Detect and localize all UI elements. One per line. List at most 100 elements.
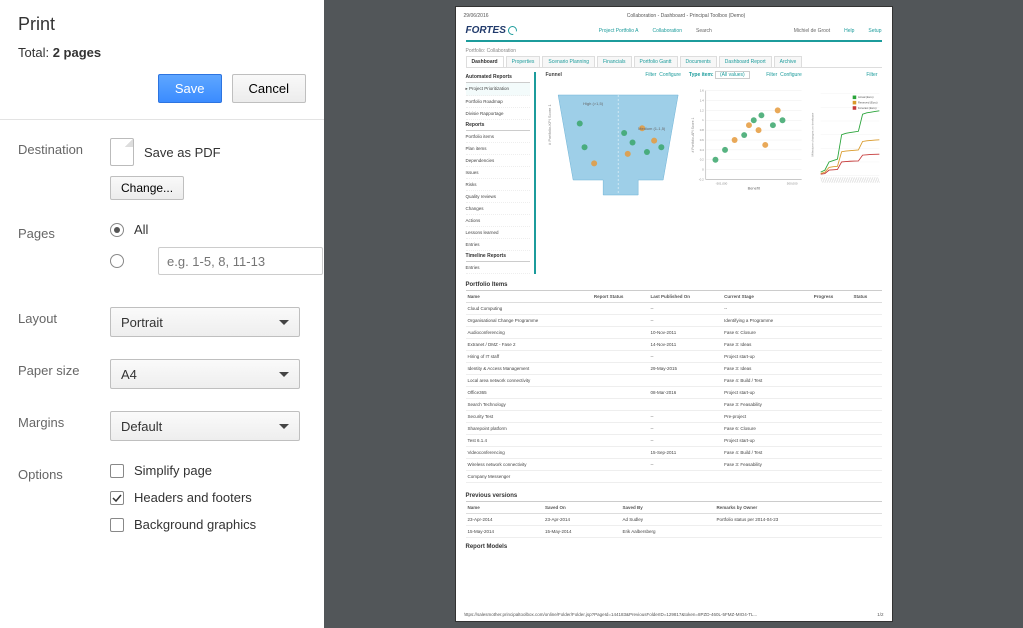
tab-documents: Documents [680, 56, 717, 67]
top-nav: Project Portfolio A Collaboration Search [599, 28, 712, 34]
table-row: Identity & Access Management29-May-2015F… [466, 363, 882, 375]
pages-range-radio[interactable] [110, 247, 323, 275]
col-header: Current Stage [722, 291, 812, 303]
pages-all-label: All [134, 222, 148, 237]
col-header: Remarks by Owner [714, 502, 881, 514]
pdf-icon [110, 138, 134, 166]
tab-scenario-planning: Scenario Planning [542, 56, 595, 67]
preview-date: 29/06/2016 [464, 13, 489, 19]
table-row: Extranet / DMZ - Fase 214-Nov-2011Fase 3… [466, 339, 882, 351]
svg-text:Milestone changes on timebase: Milestone changes on timebase [811, 113, 815, 157]
leftnav-item: Risks [466, 179, 530, 191]
preview-pane[interactable]: 29/06/2016 Collaboration - Dashboard - P… [324, 0, 1023, 628]
pages-label: Pages [18, 222, 110, 241]
footer-url: https://salesmother.principaltoolbox.com… [464, 612, 758, 617]
tab-dashboard-report: Dashboard Report [719, 56, 772, 67]
page-range-input[interactable] [158, 247, 323, 275]
col-header: Status [851, 291, 881, 303]
bg-checkbox[interactable]: Background graphics [110, 517, 306, 532]
nav-collaboration: Collaboration [653, 28, 682, 34]
leftnav-item: Actions [466, 215, 530, 227]
chevron-down-icon [279, 372, 289, 377]
nav-search: Search [696, 28, 712, 34]
typeitem-value: (All values) [715, 71, 750, 79]
layout-select[interactable]: Portrait [110, 307, 300, 337]
funnel-chart: # Portfolio-KPI Score 1 High (>1,5) Medium… [542, 80, 684, 274]
svg-text:# Portfolio-KPI Score 1: # Portfolio-KPI Score 1 [547, 104, 552, 145]
total-prefix: Total: [18, 45, 53, 60]
svg-text:-0.2: -0.2 [698, 178, 703, 182]
headers-checkbox[interactable]: Headers and footers [110, 490, 306, 505]
leftnav-item: Plan items [466, 143, 530, 155]
print-dialog: Print Total: 2 pages Save Cancel Destina… [0, 0, 324, 628]
svg-text:0: 0 [702, 168, 704, 172]
left-nav: Automated Reports ▸ Project Prioritizati… [466, 72, 536, 274]
table-row: Wireless network connectivity--Fase 3: F… [466, 459, 882, 471]
save-button[interactable]: Save [158, 74, 222, 103]
leftnav-item: Changes [466, 203, 530, 215]
svg-text:0.4: 0.4 [699, 148, 703, 152]
leftnav-head-reports: Reports [466, 120, 530, 131]
simplify-checkbox[interactable]: Simplify page [110, 463, 306, 478]
table-row: Office36508-Mar-2016Project start-up [466, 387, 882, 399]
col-header: Name [466, 291, 592, 303]
table-row: Local area network connectivityFase 4: B… [466, 375, 882, 387]
line-filter: Filter [866, 72, 877, 78]
headers-label: Headers and footers [134, 490, 252, 505]
breadcrumb: Portfolio: Collaboration [466, 48, 882, 54]
radio-on-icon [110, 223, 124, 237]
pages-all-radio[interactable]: All [110, 222, 323, 237]
svg-text:High (>1,5): High (>1,5) [583, 101, 604, 106]
svg-text:0.2: 0.2 [699, 158, 703, 162]
typeitem-label: Type item: [689, 72, 714, 78]
line-chart: Milestone changes on timebase Actual (Eur… [810, 80, 881, 274]
leftnav-item: Quality reviews [466, 191, 530, 203]
col-header: Saved By [620, 502, 714, 514]
papersize-select[interactable]: A4 [110, 359, 300, 389]
leftnav-item: Entries [466, 262, 530, 274]
papersize-value: A4 [121, 367, 137, 382]
destination-label: Destination [18, 138, 110, 157]
scatter-configure: Configure [780, 72, 802, 78]
table-row: Search TechnologyFase 3: Feasability [466, 399, 882, 411]
radio-off-icon [110, 254, 124, 268]
dialog-total: Total: 2 pages [18, 45, 306, 60]
leftnav-head-timeline: Timeline Reports [466, 251, 530, 262]
footer-page-number: 1/2 [877, 612, 883, 617]
cancel-button[interactable]: Cancel [232, 74, 306, 103]
tab-financials: Financials [597, 56, 632, 67]
col-header: Name [466, 502, 543, 514]
table-row: Security Test--Pre-project [466, 411, 882, 423]
scatter-filter: Filter [766, 72, 777, 78]
change-destination-button[interactable]: Change... [110, 176, 184, 200]
leftnav-item: Divisie Rapportage [466, 108, 530, 120]
svg-text:Benefit: Benefit [747, 185, 760, 190]
destination-value: Save as PDF [144, 145, 221, 160]
col-header: Report Status [592, 291, 649, 303]
leftnav-item: Dependencies [466, 155, 530, 167]
preview-page-1: 29/06/2016 Collaboration - Dashboard - P… [455, 6, 893, 622]
tab-archive: Archive [774, 56, 803, 67]
funnel-filter: Filter [645, 72, 656, 78]
bg-label: Background graphics [134, 517, 256, 532]
svg-text:-501,000: -501,000 [715, 181, 727, 185]
leftnav-item: Entries [466, 239, 530, 251]
svg-text:Actual (Euro): Actual (Euro) [858, 95, 874, 99]
portfolio-items-table: NameReport StatusLast Published OnCurren… [466, 291, 882, 483]
table-row: Audioconferencing10-Nov-2011Fase 6: Clos… [466, 327, 882, 339]
col-header: Last Published On [649, 291, 723, 303]
table-row: Company Messenger [466, 471, 882, 483]
svg-text:Medium (1-1,5): Medium (1-1,5) [638, 126, 666, 131]
dialog-title: Print [18, 14, 306, 35]
leftnav-item: ▸ Project Prioritization [466, 83, 530, 96]
table-row: Hiring of IT staff--Project start-up [466, 351, 882, 363]
tabs: DashboardPropertiesScenario PlanningFina… [466, 56, 882, 68]
svg-text:1: 1 [702, 118, 704, 122]
leftnav-item: Portfolio Roadmap [466, 96, 530, 108]
table-row: Test 6.1.4--Project start-up [466, 435, 882, 447]
table-row: 15-May-201415-May-2014Erik Aalbersberg [466, 526, 882, 538]
total-value: 2 pages [53, 45, 101, 60]
svg-text:500,000: 500,000 [787, 181, 798, 185]
margins-select[interactable]: Default [110, 411, 300, 441]
svg-text:1.4: 1.4 [699, 98, 703, 102]
